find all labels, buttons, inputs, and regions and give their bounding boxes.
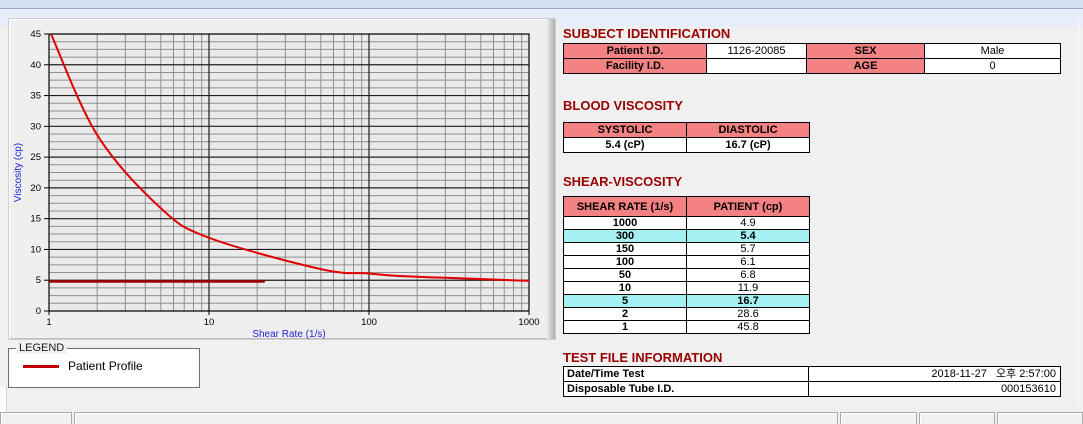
sex-value: Male	[924, 43, 1061, 59]
left-panel-edge	[0, 386, 7, 412]
systolic-header: SYSTOLIC	[563, 122, 687, 138]
window-top-band	[0, 0, 1083, 9]
svg-text:Shear Rate (1/s): Shear Rate (1/s)	[252, 329, 325, 340]
shear-viscosity-title: SHEAR-VISCOSITY	[563, 174, 683, 189]
svg-text:30: 30	[30, 121, 41, 132]
table-row: 1 45.8	[563, 320, 810, 334]
svg-text:35: 35	[30, 91, 41, 102]
svg-text:10: 10	[30, 244, 41, 255]
shear-rate-cell: 50	[563, 268, 687, 282]
patient-value-cell: 4.9	[686, 216, 810, 230]
table-row: 5.4 (cP) 16.7 (cP)	[563, 137, 810, 153]
date-time-test-value: 2018-11-27 오후 2:57:00	[808, 366, 1061, 382]
patient-value-cell: 5.4	[686, 229, 810, 243]
table-row: Patient I.D. 1126-20085 SEX Male	[563, 43, 1061, 59]
patient-value-cell: 5.7	[686, 242, 810, 256]
legend-title: LEGEND	[16, 342, 68, 354]
age-value: 0	[924, 58, 1061, 74]
shear-rate-cell: 1	[563, 320, 687, 334]
panel-bevel	[546, 19, 555, 339]
date-time-test-label: Date/Time Test	[563, 366, 809, 382]
svg-text:15: 15	[30, 214, 41, 225]
diastolic-value: 16.7 (cP)	[686, 137, 810, 153]
disposable-tube-id-label: Disposable Tube I.D.	[563, 381, 809, 397]
bottom-button-partial[interactable]	[997, 412, 1083, 424]
shear-rate-cell: 100	[563, 255, 687, 269]
disposable-tube-id-value: 000153610	[808, 381, 1061, 397]
patient-cp-header: PATIENT (cp)	[686, 196, 810, 217]
svg-text:5: 5	[36, 275, 41, 286]
patient-value-cell: 28.6	[686, 307, 810, 321]
patient-value-cell: 6.1	[686, 255, 810, 269]
facility-id-label: Facility I.D.	[563, 58, 707, 74]
patient-value-cell: 16.7	[686, 294, 810, 308]
blood-viscosity-table: SYSTOLIC DIASTOLIC 5.4 (cP) 16.7 (cP)	[563, 122, 810, 153]
legend-box: LEGEND Patient Profile	[8, 342, 200, 388]
shear-viscosity-table: SHEAR RATE (1/s) PATIENT (cp) 1000 4.9 3…	[563, 196, 810, 334]
test-file-information-title: TEST FILE INFORMATION	[563, 350, 723, 365]
svg-text:Viscosity (cp): Viscosity (cp)	[13, 143, 24, 202]
svg-text:40: 40	[30, 60, 41, 71]
subject-identification-title: SUBJECT IDENTIFICATION	[563, 26, 731, 41]
shear-viscosity-chart: 0 5 10 15 20 25 30 35 40 45 1 10 100 1000 Shear Rate (…	[13, 29, 540, 340]
svg-text:45: 45	[30, 29, 41, 40]
table-row: Facility I.D. AGE 0	[563, 58, 1061, 74]
blood-viscosity-title: BLOOD VISCOSITY	[563, 98, 683, 113]
sex-label: SEX	[806, 43, 925, 59]
svg-text:25: 25	[30, 152, 41, 163]
shear-viscosity-chart-panel: 0 5 10 15 20 25 30 35 40 45 1 10 100 1000 Shear Rate (…	[8, 18, 556, 340]
shear-rate-cell: 150	[563, 242, 687, 256]
table-row: 2 28.6	[563, 307, 810, 321]
svg-text:0: 0	[36, 306, 41, 317]
legend-line-swatch	[23, 364, 59, 368]
table-row: SYSTOLIC DIASTOLIC	[563, 122, 810, 138]
subject-identification-table: Patient I.D. 1126-20085 SEX Male Facilit…	[563, 43, 1061, 74]
table-row: 5 16.7	[563, 294, 810, 308]
table-row: 10 11.9	[563, 281, 810, 295]
svg-text:10: 10	[204, 317, 215, 328]
bottom-button-partial[interactable]	[840, 412, 917, 424]
svg-text:100: 100	[361, 317, 377, 328]
table-row: 100 6.1	[563, 255, 810, 269]
shear-rate-cell: 10	[563, 281, 687, 295]
systolic-value: 5.4 (cP)	[563, 137, 687, 153]
shear-rate-cell: 5	[563, 294, 687, 308]
shear-rate-cell: 2	[563, 307, 687, 321]
bottom-panel-segment	[0, 412, 72, 424]
facility-id-value	[706, 58, 807, 74]
legend-entry-label: Patient Profile	[68, 359, 143, 373]
svg-text:20: 20	[30, 183, 41, 194]
patient-value-cell: 6.8	[686, 268, 810, 282]
table-row: Date/Time Test 2018-11-27 오후 2:57:00	[563, 366, 1061, 382]
svg-text:1000: 1000	[518, 317, 539, 328]
shear-rate-header: SHEAR RATE (1/s)	[563, 196, 687, 217]
table-row: SHEAR RATE (1/s) PATIENT (cp)	[563, 196, 810, 217]
patient-value-cell: 11.9	[686, 281, 810, 295]
test-file-information-table: Date/Time Test 2018-11-27 오후 2:57:00 Dis…	[563, 366, 1061, 397]
shear-rate-cell: 300	[563, 229, 687, 243]
table-row: 1000 4.9	[563, 216, 810, 230]
patient-id-label: Patient I.D.	[563, 43, 707, 59]
table-row: Disposable Tube I.D. 000153610	[563, 381, 1061, 397]
table-row: 50 6.8	[563, 268, 810, 282]
age-label: AGE	[806, 58, 925, 74]
bottom-button-partial[interactable]	[919, 412, 995, 424]
diastolic-header: DIASTOLIC	[686, 122, 810, 138]
panel-border-line	[1078, 20, 1079, 406]
shear-rate-cell: 1000	[563, 216, 687, 230]
table-row: 150 5.7	[563, 242, 810, 256]
legend-entry: Patient Profile	[23, 359, 199, 373]
patient-id-value: 1126-20085	[706, 43, 807, 59]
table-row: 300 5.4	[563, 229, 810, 243]
svg-text:1: 1	[46, 317, 51, 328]
patient-value-cell: 45.8	[686, 320, 810, 334]
bottom-panel-segment	[74, 412, 838, 424]
